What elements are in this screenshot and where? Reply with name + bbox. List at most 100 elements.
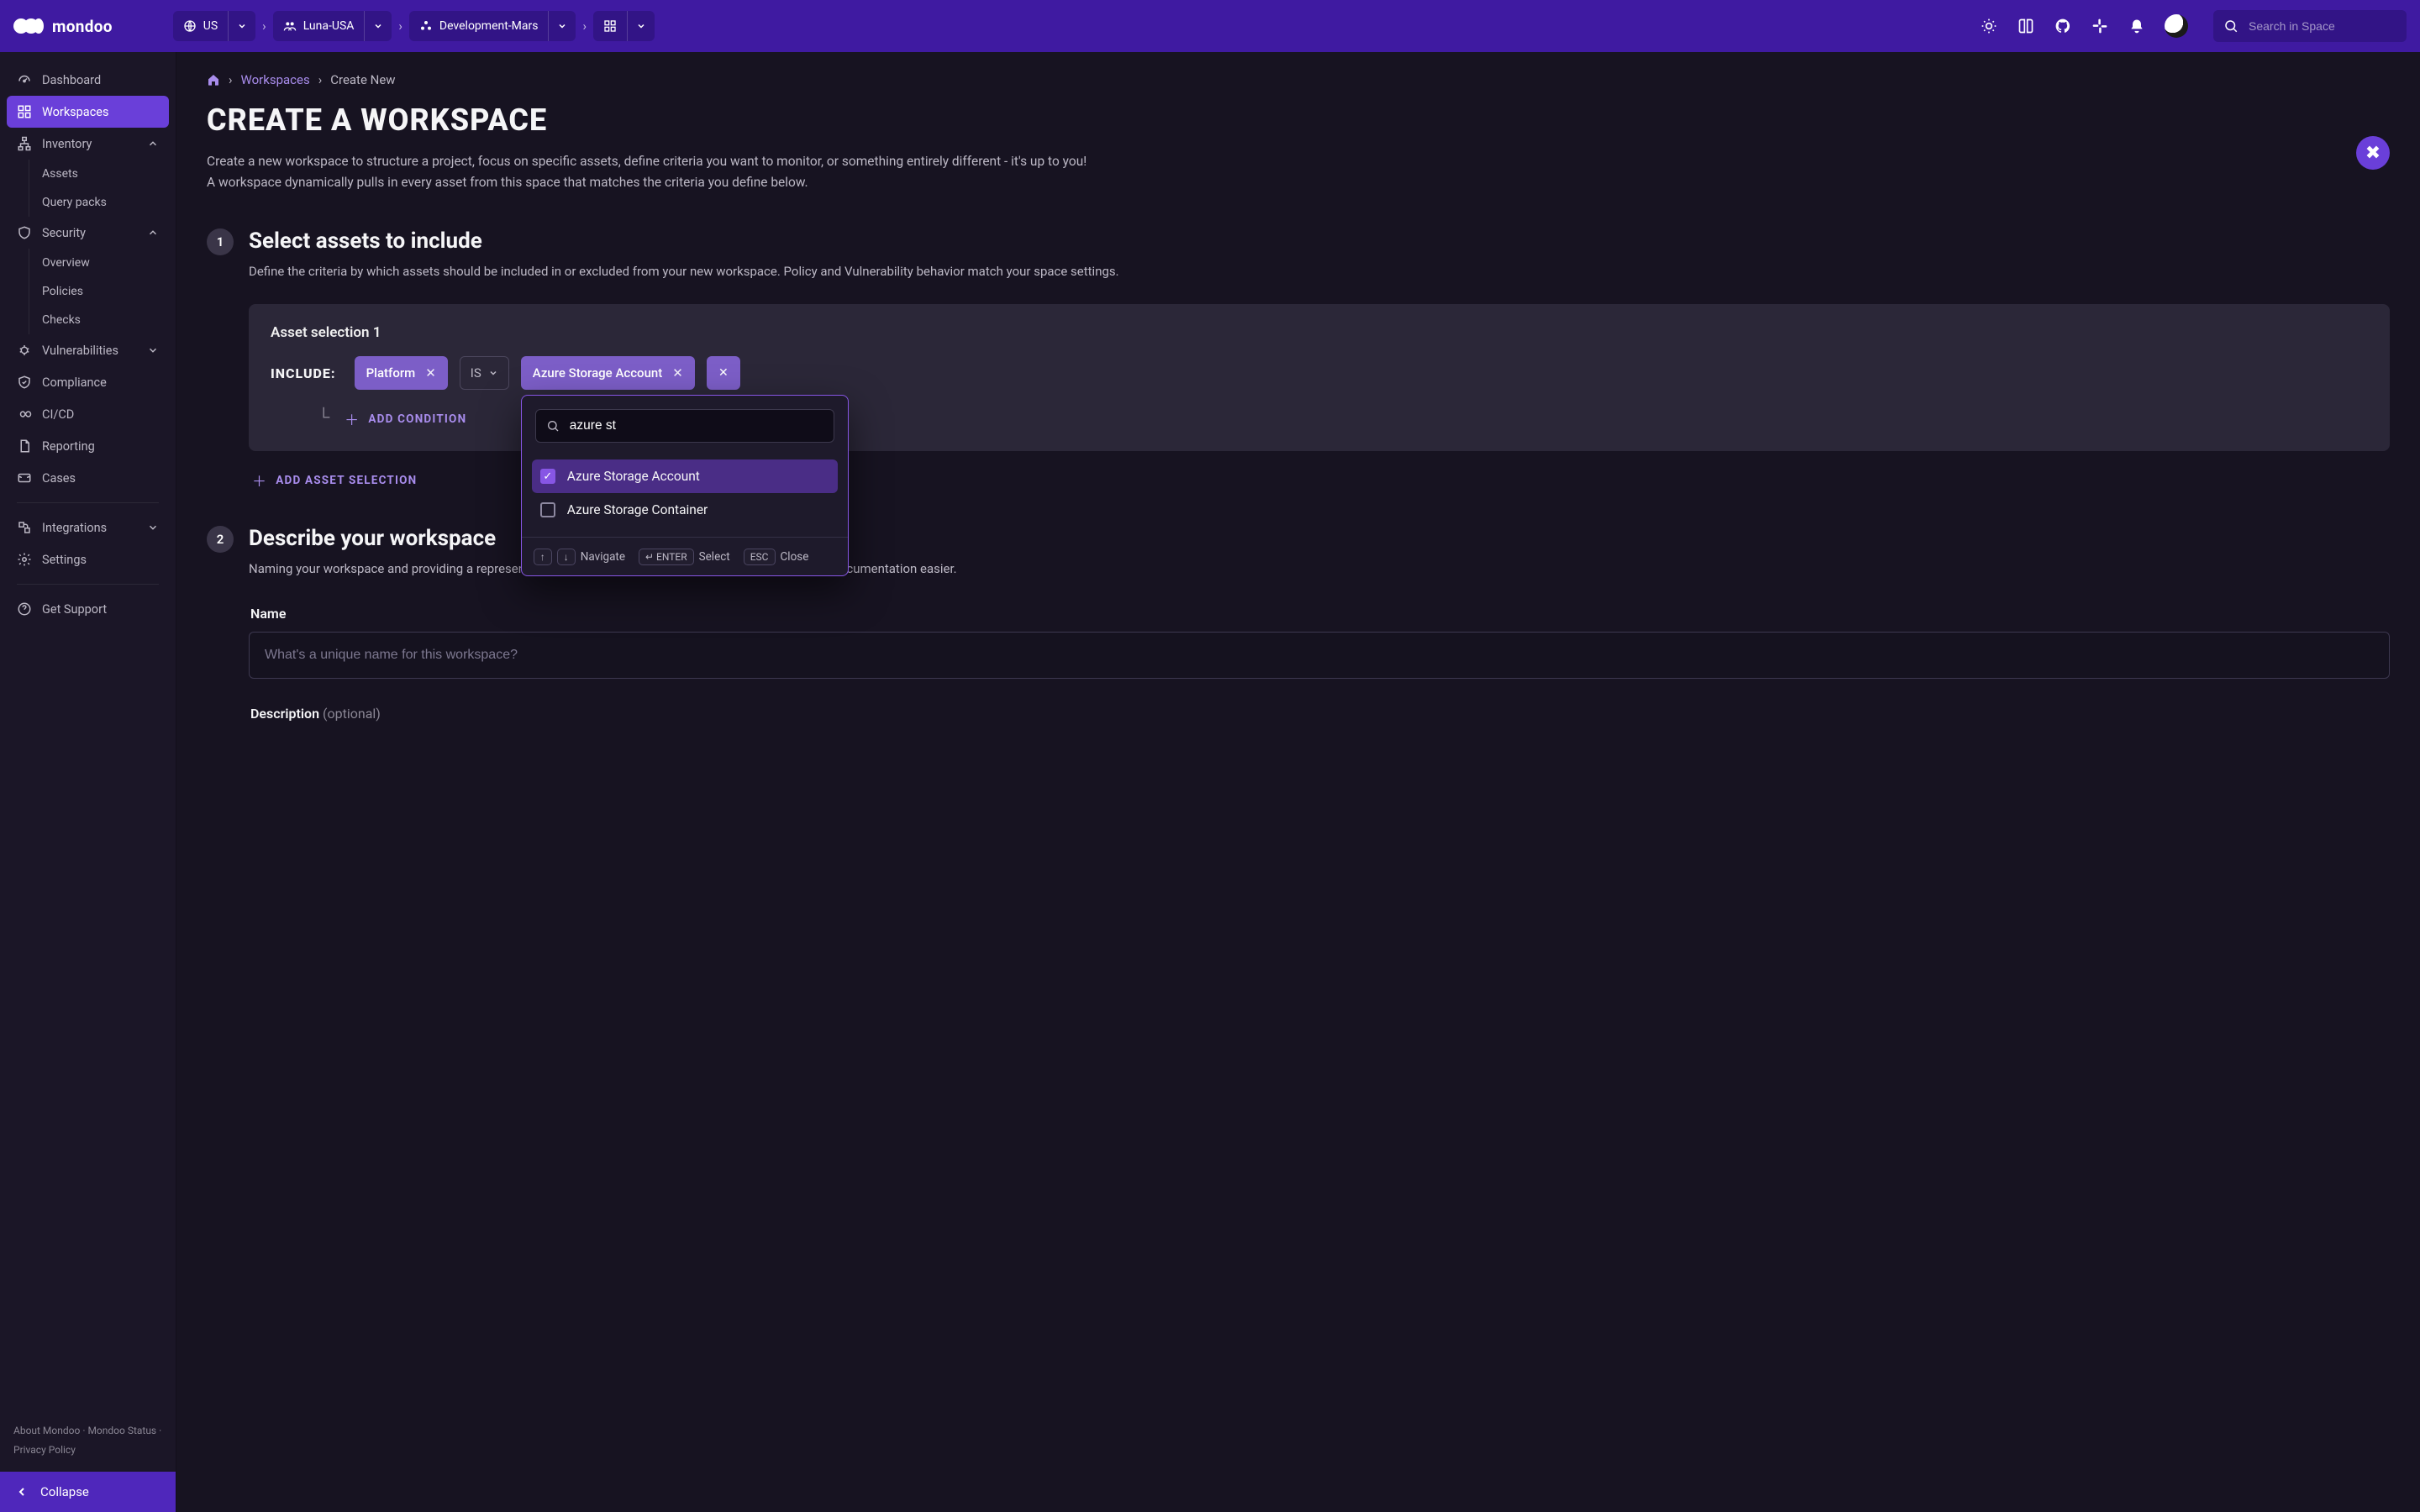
sidebar-item-reporting[interactable]: Reporting	[7, 430, 169, 462]
scope-crumb-space[interactable]: Development-Mars	[409, 11, 576, 41]
enter-key: ↵ ENTER	[639, 549, 694, 565]
scope-crumb-region[interactable]: US	[173, 11, 255, 41]
topbar: mondoo US › Luna-USA	[0, 0, 2420, 52]
sidebar-footer: About Mondoo · Mondoo Status · Privacy P…	[0, 1413, 176, 1472]
step-1-desc: Define the criteria by which assets shou…	[249, 262, 2390, 281]
sidebar-label: Settings	[42, 553, 87, 567]
cluster-icon	[419, 19, 433, 33]
remove-filter-button[interactable]: ✕	[707, 356, 740, 390]
workspace-icon	[603, 19, 617, 33]
dropdown-search[interactable]	[535, 409, 834, 443]
help-icon	[17, 601, 32, 617]
scope-org-caret[interactable]	[364, 11, 392, 41]
footer-link-status[interactable]: Mondoo Status	[87, 1425, 156, 1436]
dropdown-option[interactable]: Azure Storage Account	[532, 459, 838, 493]
navigate-hint: Navigate	[581, 550, 625, 564]
operator-label: IS	[471, 365, 481, 381]
sidebar-label: Checks	[42, 313, 81, 327]
close-button[interactable]: ✖	[2356, 136, 2390, 170]
sidebar-sub-checks[interactable]: Checks	[22, 306, 169, 334]
sidebar-item-settings[interactable]: Settings	[7, 543, 169, 575]
tree-icon	[17, 136, 32, 151]
topbar-actions	[1980, 14, 2188, 38]
doc-icon	[17, 438, 32, 454]
sidebar-item-security[interactable]: Security	[7, 217, 169, 249]
breadcrumb-workspaces-link[interactable]: Workspaces	[241, 72, 310, 87]
logo-mark-icon	[13, 18, 44, 34]
scope-crumb-workspace[interactable]	[593, 11, 655, 41]
sidebar-item-inventory[interactable]: Inventory	[7, 128, 169, 160]
dropdown-option[interactable]: Azure Storage Container	[532, 493, 838, 527]
sidebar-label: Compliance	[42, 375, 107, 390]
scope-crumb-org[interactable]: Luna-USA	[273, 11, 392, 41]
sidebar-label: Inventory	[42, 137, 92, 151]
sidebar-item-cases[interactable]: Cases	[7, 462, 169, 494]
crumb-separator: ›	[262, 18, 266, 34]
chevron-down-icon	[147, 522, 159, 533]
sidebar-sub-assets[interactable]: Assets	[22, 160, 169, 188]
scope-space-label: Development-Mars	[439, 19, 539, 33]
step-number: 1	[207, 228, 234, 255]
sidebar-label: Assets	[42, 167, 78, 181]
value-dropdown: Azure Storage Account Azure Storage Cont…	[521, 395, 849, 576]
close-icon: ✕	[718, 366, 729, 380]
filter-operator-select[interactable]: IS	[460, 356, 509, 390]
nav-divider	[17, 502, 159, 503]
logo[interactable]: mondoo	[13, 17, 113, 36]
page-subtitle: Create a new workspace to structure a pr…	[207, 151, 1089, 193]
main-content: › Workspaces › Create New CREATE A WORKS…	[176, 52, 2420, 1512]
global-search-input[interactable]	[2247, 18, 2396, 34]
sidebar-label: Reporting	[42, 439, 95, 454]
workspace-name-input[interactable]	[249, 632, 2390, 679]
sidebar-sub-query-packs[interactable]: Query packs	[22, 188, 169, 217]
chip-remove-icon[interactable]: ✕	[425, 365, 436, 381]
sidebar-item-vulnerabilities[interactable]: Vulnerabilities	[7, 334, 169, 366]
add-condition-button[interactable]: ＋ ADD CONDITION	[345, 408, 466, 429]
bell-icon[interactable]	[2128, 17, 2146, 35]
sidebar-sub-overview[interactable]: Overview	[22, 249, 169, 277]
breadcrumb-current: Create New	[330, 72, 395, 87]
checkbox-icon[interactable]	[540, 502, 555, 517]
filter-field-chip[interactable]: Platform ✕	[355, 356, 448, 390]
sidebar-label: Cases	[42, 471, 76, 486]
sidebar-item-cicd[interactable]: CI/CD	[7, 398, 169, 430]
description-field-label: Description (optional)	[250, 706, 2390, 722]
shield-icon	[17, 225, 32, 240]
sidebar-item-integrations[interactable]: Integrations	[7, 512, 169, 543]
close-hint: Close	[781, 550, 809, 564]
esc-key: ESC	[744, 549, 776, 565]
chevron-up-icon	[147, 138, 159, 150]
scope-workspace-caret[interactable]	[627, 11, 655, 41]
sidebar-item-compliance[interactable]: Compliance	[7, 366, 169, 398]
slack-icon[interactable]	[2091, 17, 2109, 35]
user-avatar[interactable]	[2165, 14, 2188, 38]
desc-optional-text: (optional)	[323, 706, 381, 722]
step-number: 2	[207, 526, 234, 553]
scope-space-caret[interactable]	[548, 11, 576, 41]
chip-remove-icon[interactable]: ✕	[672, 365, 683, 381]
global-search[interactable]	[2213, 10, 2407, 42]
home-icon[interactable]	[207, 73, 220, 87]
checkbox-checked-icon[interactable]	[540, 469, 555, 484]
footer-link-about[interactable]: About Mondoo	[13, 1425, 80, 1436]
infinity-icon	[17, 407, 32, 422]
filter-row: INCLUDE: Platform ✕ IS Azure Storage Acc…	[271, 356, 2368, 390]
sidebar-collapse-button[interactable]: Collapse	[0, 1472, 176, 1512]
footer-link-privacy[interactable]: Privacy Policy	[13, 1444, 76, 1456]
docs-icon[interactable]	[2017, 17, 2035, 35]
select-hint: Select	[699, 550, 730, 564]
scope-org-label: Luna-USA	[303, 19, 355, 33]
filter-value-chip[interactable]: Azure Storage Account ✕	[521, 356, 695, 390]
scope-region-caret[interactable]	[228, 11, 255, 41]
github-icon[interactable]	[2054, 17, 2072, 35]
dropdown-search-input[interactable]	[568, 417, 823, 434]
sidebar-label: Workspaces	[42, 105, 108, 119]
sidebar-item-support[interactable]: Get Support	[7, 593, 169, 625]
sidebar-sub-policies[interactable]: Policies	[22, 277, 169, 306]
group-icon	[283, 19, 297, 33]
sidebar-item-dashboard[interactable]: Dashboard	[7, 64, 169, 96]
theme-toggle-icon[interactable]	[1980, 17, 1998, 35]
sidebar-item-workspaces[interactable]: Workspaces	[7, 96, 169, 128]
scope-breadcrumbs: US › Luna-USA › Develo	[173, 11, 655, 41]
chip-label: Platform	[366, 365, 416, 381]
